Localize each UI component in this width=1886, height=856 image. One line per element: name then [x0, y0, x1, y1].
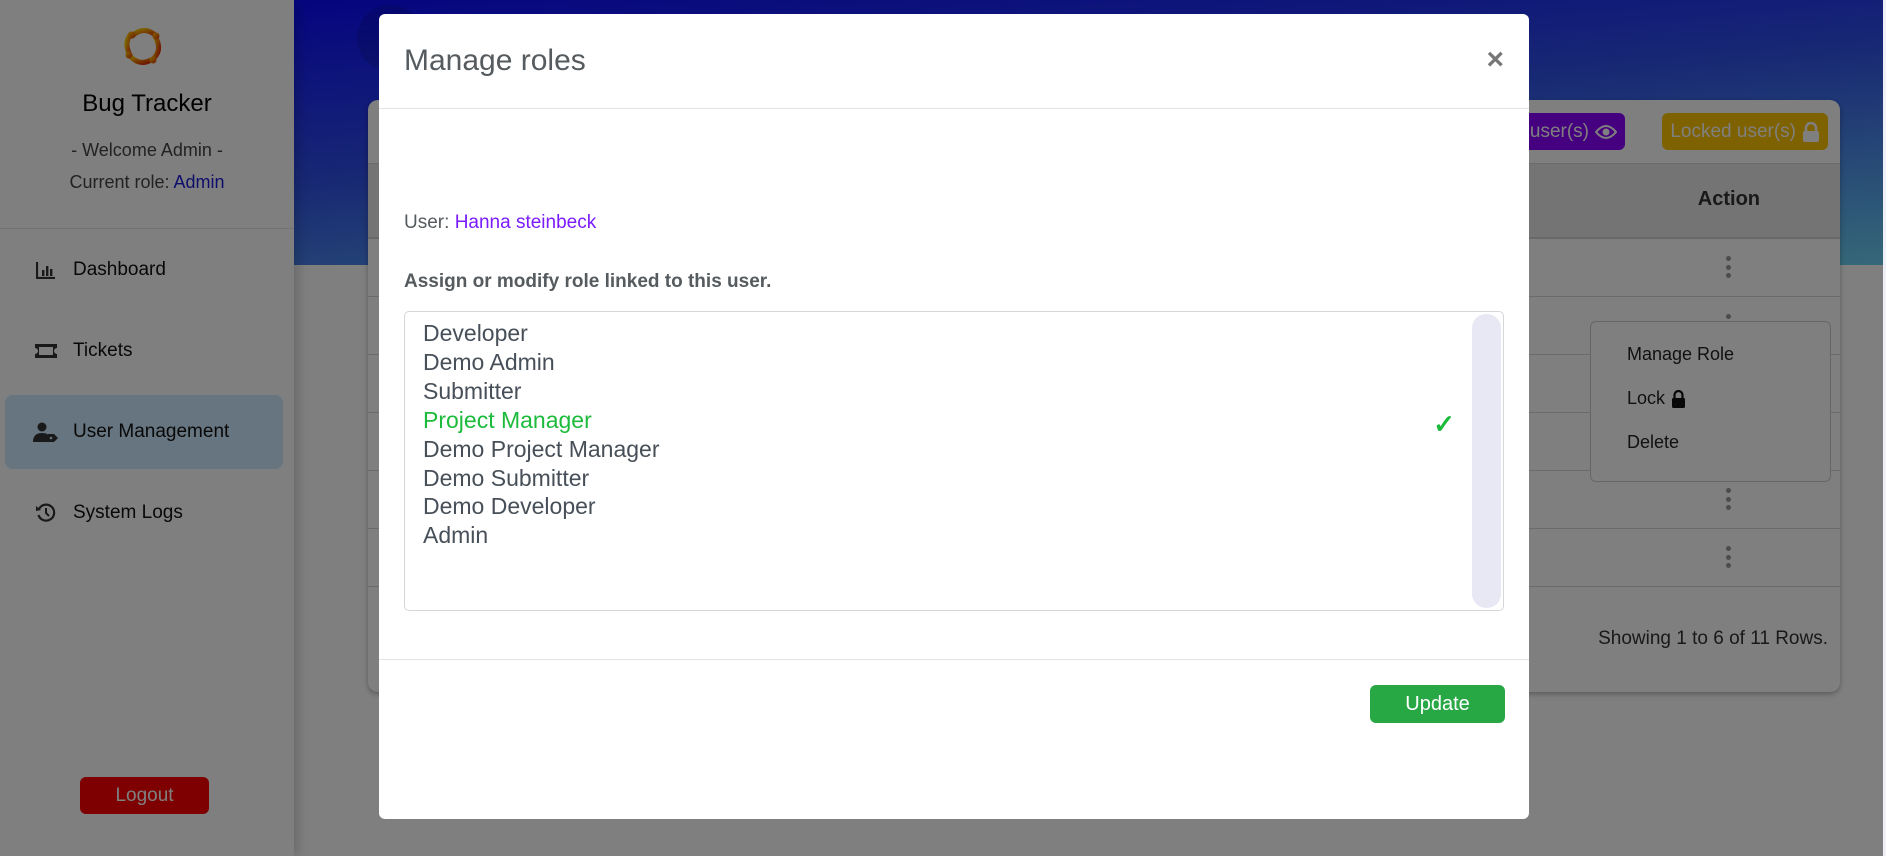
listbox-scrollbar[interactable] [1472, 314, 1501, 608]
role-option-demo-developer[interactable]: Demo Developer [423, 493, 596, 520]
role-option-demo-submitter[interactable]: Demo Submitter [423, 465, 589, 492]
user-info: User: Hanna steinbeck [404, 212, 596, 234]
user-name: Hanna steinbeck [454, 212, 597, 233]
checkmark-icon: ✓ [1433, 409, 1455, 439]
manage-roles-modal: Manage roles × User: Hanna steinbeck Ass… [379, 14, 1529, 819]
close-icon[interactable]: × [1486, 43, 1504, 77]
role-option-project-manager[interactable]: Project Manager [423, 407, 592, 434]
role-option-demo-project-manager[interactable]: Demo Project Manager [423, 436, 660, 463]
modal-footer-divider [379, 659, 1529, 660]
user-label: User: [404, 212, 455, 233]
role-option-developer[interactable]: Developer [423, 320, 528, 347]
role-option-submitter[interactable]: Submitter [423, 378, 521, 405]
role-option-admin[interactable]: Admin [423, 522, 488, 549]
modal-title: Manage roles [404, 44, 586, 77]
role-instruction: Assign or modify role linked to this use… [404, 271, 772, 292]
role-option-demo-admin[interactable]: Demo Admin [423, 349, 555, 376]
modal-header-divider [379, 108, 1529, 109]
update-button[interactable]: Update [1370, 685, 1505, 723]
roles-listbox[interactable]: Developer Demo Admin Submitter Project M… [404, 311, 1504, 611]
